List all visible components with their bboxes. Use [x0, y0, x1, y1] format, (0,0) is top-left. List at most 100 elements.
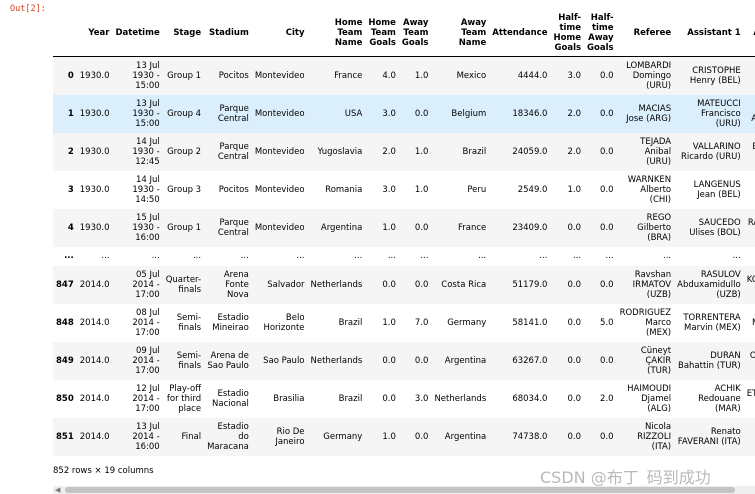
table-row[interactable]: 2 1930.0 14 Jul 1930 - 12:45 Group 2 Parque … — [53, 132, 755, 171]
watermark: CSDN @布丁_码到成功 — [540, 468, 711, 487]
table-cell: 0.0 — [414, 279, 429, 290]
table-cell: France — [458, 222, 487, 233]
table-cell: Argentina — [444, 431, 487, 442]
table-cell: Pocitos — [218, 70, 249, 81]
table-cell: 2014.0 — [79, 431, 110, 442]
table-cell: WARN Alberto — [751, 113, 755, 124]
table-cell: 0.0 — [382, 279, 396, 290]
table-cell: 51179.0 — [512, 279, 548, 290]
table-cell: 1930.0 — [79, 108, 110, 119]
table-cell: 1.0 — [382, 431, 396, 442]
row-index: 850 — [56, 393, 74, 404]
table-cell: HAIMOUDI Djamel (ALG) — [627, 383, 672, 414]
column-header: Stage — [162, 10, 205, 57]
table-row[interactable]: 849 2014.0 09 Jul 2014 - 17:00 Semi-finals A… — [53, 341, 755, 380]
column-header: Assist — [743, 10, 755, 57]
table-cell: A STE — [744, 418, 755, 456]
table-cell: 2.0 — [382, 146, 396, 157]
row-index: 851 — [56, 431, 74, 442]
table-cell: 5.0 — [600, 317, 614, 328]
table-cell: 7.0 — [414, 317, 429, 328]
table-cell: Germany — [323, 431, 363, 442]
column-header: Attendance — [489, 10, 551, 57]
table-cell: DURAN Bahattin (TUR) — [678, 350, 741, 371]
table-cell: R Gi ( — [744, 57, 755, 95]
table-row[interactable]: 1 1930.0 13 Jul 1930 - 15:00 Group 4 Parque … — [53, 94, 755, 133]
table-cell: Montevideo — [254, 108, 305, 119]
table-cell: 2549.0 — [517, 184, 548, 195]
column-header: Year — [76, 10, 113, 57]
row-index: 847 — [56, 279, 74, 290]
table-cell: 0.0 — [414, 222, 429, 233]
table-cell: 0.0 — [600, 222, 614, 233]
table-cell: ... — [387, 251, 396, 261]
ellipsis-row[interactable]: ........................................… — [53, 246, 755, 266]
table-cell: 1930.0 — [79, 222, 110, 233]
table-cell: 15 Jul 1930 - 16:00 — [132, 212, 160, 243]
table-row[interactable]: 3 1930.0 14 Jul 1930 - 14:50 Group 3 Pocitos… — [53, 170, 755, 209]
table-cell: Brasilia — [273, 393, 305, 404]
table-cell: 1.0 — [414, 184, 429, 195]
horizontal-scrollbar[interactable]: ◀ — [53, 486, 755, 494]
table-cell: SAUCEDO Ulises (BOL) — [689, 217, 741, 238]
table-row[interactable]: 850 2014.0 12 Jul 2014 - 17:00 Play-off for… — [53, 379, 755, 418]
table-cell: Belo Horizonte — [263, 312, 305, 333]
table-cell: Salvador — [267, 279, 305, 290]
table-cell: 0.0 — [414, 431, 429, 442]
table-row[interactable]: 851 2014.0 13 Jul 2014 - 16:00 Final Estadio… — [53, 417, 755, 456]
table-cell: 1.0 — [567, 184, 582, 195]
table-cell: Belgium — [451, 108, 487, 119]
table-header: Year Datetime Stage Stadium City Home Team Na… — [53, 10, 755, 57]
table-cell: ... — [744, 247, 755, 266]
table-cell: 0.0 — [600, 184, 614, 195]
table-cell: 0.0 — [600, 146, 614, 157]
table-cell: Netherlands — [310, 279, 363, 290]
table-cell: 13 Jul 1930 - 15:00 — [132, 60, 160, 91]
column-header: Away Team Goals — [398, 10, 432, 57]
table-cell: Group 1 — [167, 70, 202, 81]
header-row: Year Datetime Stage Stadium City Home Team Na… — [53, 10, 755, 57]
table-cell: 2014.0 — [79, 279, 110, 290]
table-cell: Peru — [467, 184, 487, 195]
scrollbar-thumb[interactable] — [65, 487, 735, 493]
table-row[interactable]: 4 1930.0 15 Jul 1930 - 16:00 Group 1 Parque … — [53, 208, 755, 247]
column-header: Referee — [616, 10, 675, 57]
table-cell: Nicola RIZZOLI (ITA) — [637, 421, 672, 452]
table-cell: Rio De Janeiro — [275, 426, 305, 447]
table-cell: Montevideo — [254, 146, 305, 157]
table-cell: 0.0 — [382, 393, 396, 404]
table-cell: 1.0 — [414, 70, 429, 81]
table-cell: Renato FAVERANI (ITA) — [677, 426, 741, 447]
table-cell: 3.0 — [382, 184, 396, 195]
table-cell: 1930.0 — [79, 146, 110, 157]
table-cell: LANGENUS Jean (BEL) — [693, 179, 741, 200]
dataframe-output: Year Datetime Stage Stadium City Home Team Na… — [53, 10, 755, 484]
table-cell: Group 1 — [167, 222, 202, 233]
dataframe-table: Year Datetime Stage Stadium City Home Team Na… — [53, 10, 755, 456]
table-cell: Group 2 — [167, 146, 202, 157]
table-cell: ACHIK Redouane (MAR) — [698, 383, 741, 414]
table-cell: 74738.0 — [512, 431, 548, 442]
table-cell: 3.0 — [414, 393, 429, 404]
table-cell: 09 Jul 2014 - 17:00 — [132, 345, 160, 376]
table-cell: 05 Jul 2014 - 17:00 — [132, 269, 160, 300]
table-cell: 13 Jul 2014 - 16:00 — [132, 421, 160, 452]
table-row[interactable]: 848 2014.0 08 Jul 2014 - 17:00 Semi-finals E… — [53, 303, 755, 342]
row-index: 0 — [67, 70, 74, 81]
table-row[interactable]: 0 1930.0 13 Jul 1930 - 15:00 Group 1 Pocitos… — [53, 56, 755, 95]
table-cell: 08 Jul 2014 - 17:00 — [132, 307, 160, 338]
table-cell: BAL Th ( — [744, 133, 755, 171]
table-cell: Mexico — [456, 70, 487, 81]
row-index: 849 — [56, 355, 74, 366]
scroll-left-icon[interactable]: ◀ — [55, 486, 60, 494]
table-cell: Germany — [447, 317, 487, 328]
table-cell: TORRENTERA Marvin (MEX) — [683, 312, 741, 333]
table-cell: 24059.0 — [512, 146, 548, 157]
table-cell: 68034.0 — [512, 393, 548, 404]
table-cell: 63267.0 — [512, 355, 548, 366]
table-row[interactable]: 847 2014.0 05 Jul 2014 - 17:00 Quarter-fina… — [53, 265, 755, 304]
table-cell: TEJADA Anibal (URU) — [640, 136, 672, 167]
table-cell: 13 Jul 1930 - 15:00 — [132, 98, 160, 129]
table-cell: ... — [539, 251, 548, 261]
column-header: Home Team Goals — [365, 10, 399, 57]
